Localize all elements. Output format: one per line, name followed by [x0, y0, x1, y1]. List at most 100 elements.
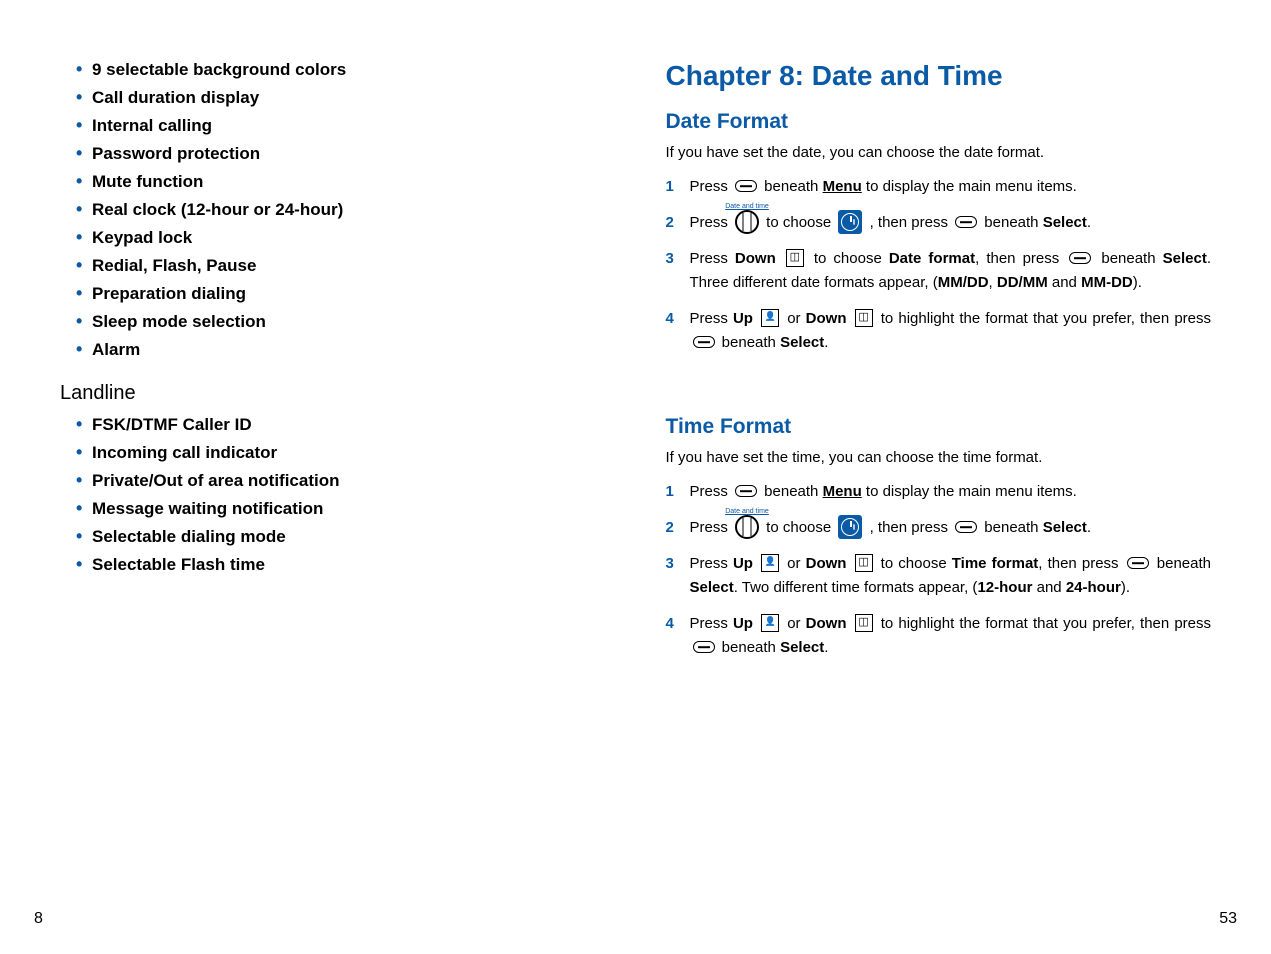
step-text: Press	[690, 483, 733, 500]
step-text: to choose	[762, 214, 835, 231]
list-item: Keypad lock	[76, 228, 606, 248]
list-item: Sleep mode selection	[76, 312, 606, 332]
list-item: Message waiting notification	[76, 499, 606, 519]
features-list: 9 selectable background colors Call dura…	[60, 60, 606, 360]
step-text: Press	[690, 555, 733, 572]
step-item: Press Date and time to choose , then pre…	[666, 211, 1212, 235]
step-text: .	[1087, 214, 1091, 231]
softkey-icon	[693, 641, 715, 653]
down-key-icon	[786, 249, 804, 267]
step-text: beneath	[718, 334, 781, 351]
select-label: Select	[1163, 250, 1207, 267]
step-text: beneath	[760, 483, 823, 500]
list-item: Private/Out of area notification	[76, 471, 606, 491]
list-item: Redial, Flash, Pause	[76, 256, 606, 276]
step-text: beneath	[980, 214, 1043, 231]
step-item: Press Date and time to choose , then pre…	[666, 516, 1212, 540]
left-page: 9 selectable background colors Call dura…	[0, 0, 636, 954]
softkey-icon	[735, 485, 757, 497]
list-item: Selectable dialing mode	[76, 527, 606, 547]
clock-icon	[838, 515, 862, 539]
date-format-label: Date format	[889, 250, 975, 267]
step-text: Press	[690, 310, 733, 327]
select-label: Select	[1043, 214, 1087, 231]
step-item: Press beneath Menu to display the main m…	[666, 480, 1212, 504]
step-item: Press Up or Down to choose Time format, …	[666, 552, 1212, 600]
step-text: and	[1048, 274, 1081, 291]
step-text: or	[782, 310, 806, 327]
step-text: beneath	[980, 519, 1043, 536]
list-item: Alarm	[76, 340, 606, 360]
step-text: Press	[690, 250, 735, 267]
down-label: Down	[735, 250, 776, 267]
step-text: to choose	[807, 250, 889, 267]
nav-key-icon	[735, 210, 759, 234]
list-item: Call duration display	[76, 88, 606, 108]
down-label: Down	[806, 310, 847, 327]
step-text: beneath	[1094, 250, 1162, 267]
step-text: beneath	[718, 639, 781, 656]
time-steps: Press beneath Menu to display the main m…	[666, 480, 1212, 660]
menu-label: Menu	[823, 178, 862, 195]
step-text: to highlight the format that you prefer,…	[876, 310, 1211, 327]
step-text: Press	[690, 178, 733, 195]
step-item: Press Down to choose Date format, then p…	[666, 247, 1212, 295]
step-text: . Two different time formats appear, (	[734, 579, 978, 596]
down-label: Down	[806, 555, 847, 572]
step-text: Press	[690, 519, 733, 536]
step-text: or	[782, 555, 806, 572]
right-page: Chapter 8: Date and Time Date Format If …	[636, 0, 1271, 954]
list-item: Incoming call indicator	[76, 443, 606, 463]
up-key-icon	[761, 309, 779, 327]
chapter-title: Chapter 8: Date and Time	[666, 60, 1212, 92]
step-text: beneath	[1152, 555, 1211, 572]
landline-heading: Landline	[60, 382, 606, 405]
step-text: and	[1032, 579, 1065, 596]
page-number-right: 53	[1219, 910, 1237, 928]
step-text: to display the main menu items.	[862, 178, 1077, 195]
up-key-icon	[761, 554, 779, 572]
step-text: .	[824, 334, 828, 351]
nav-key-icon	[735, 515, 759, 539]
step-text: , then press	[865, 519, 952, 536]
step-text: to display the main menu items.	[862, 483, 1077, 500]
step-text: Press	[690, 214, 733, 231]
list-item: FSK/DTMF Caller ID	[76, 415, 606, 435]
page-number-left: 8	[34, 910, 43, 928]
up-key-icon	[761, 614, 779, 632]
clock-icon	[838, 210, 862, 234]
date-format-intro: If you have set the date, you can choose…	[666, 144, 1212, 161]
down-key-icon	[855, 614, 873, 632]
format-option: DD/MM	[997, 274, 1048, 291]
list-item: Selectable Flash time	[76, 555, 606, 575]
list-item: Password protection	[76, 144, 606, 164]
softkey-icon	[955, 521, 977, 533]
format-option: MM-DD	[1081, 274, 1133, 291]
step-text: , then press	[975, 250, 1066, 267]
list-item: 9 selectable background colors	[76, 60, 606, 80]
up-label: Up	[733, 615, 753, 632]
down-label: Down	[806, 615, 847, 632]
step-text: ,	[989, 274, 997, 291]
softkey-icon	[693, 336, 715, 348]
time-format-intro: If you have set the time, you can choose…	[666, 449, 1212, 466]
step-text: beneath	[760, 178, 823, 195]
step-text: .	[1087, 519, 1091, 536]
step-item: Press Up or Down to highlight the format…	[666, 612, 1212, 660]
format-option: 24-hour	[1066, 579, 1121, 596]
step-item: Press beneath Menu to display the main m…	[666, 175, 1212, 199]
date-steps: Press beneath Menu to display the main m…	[666, 175, 1212, 355]
up-label: Up	[733, 555, 753, 572]
softkey-icon	[1069, 252, 1091, 264]
softkey-icon	[735, 180, 757, 192]
softkey-icon	[955, 216, 977, 228]
step-item: Press Up or Down to highlight the format…	[666, 307, 1212, 355]
select-label: Select	[780, 334, 824, 351]
format-option: 12-hour	[977, 579, 1032, 596]
list-item: Preparation dialing	[76, 284, 606, 304]
select-label: Select	[780, 639, 824, 656]
list-item: Mute function	[76, 172, 606, 192]
step-text: to highlight the format that you prefer,…	[876, 615, 1211, 632]
time-format-label: Time format	[952, 555, 1039, 572]
step-text: ).	[1133, 274, 1142, 291]
